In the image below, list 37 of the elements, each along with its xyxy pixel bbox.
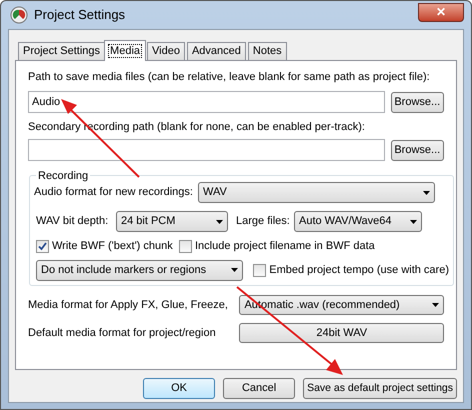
checkbox-label: Embed project tempo (use with care)	[269, 262, 449, 278]
checkbox[interactable]	[179, 240, 192, 253]
dropdown[interactable]: Auto WAV/Wave64	[294, 211, 422, 232]
dialog-button[interactable]: Save as default project settings	[303, 378, 457, 399]
dialog-button[interactable]: OK	[143, 378, 216, 399]
dropdown-arrow-icon	[216, 220, 223, 224]
window-title: Project Settings	[34, 6, 126, 24]
tab[interactable]: Notes	[248, 42, 287, 60]
group-title: Recording	[36, 168, 90, 184]
checkbox[interactable]	[36, 240, 49, 253]
dropdown-arrow-icon	[231, 268, 238, 272]
field-label: Audio format for new recordings:	[34, 185, 193, 200]
checkbox-label: Include project filename in BWF data	[195, 239, 375, 254]
tab[interactable]: Media	[104, 40, 146, 61]
tab[interactable]: Advanced	[186, 42, 246, 60]
dropdown[interactable]: 24 bit PCM	[116, 211, 228, 232]
dropdown-arrow-icon	[432, 303, 439, 307]
browse-button[interactable]: Browse...	[390, 92, 444, 112]
app-logo-icon	[10, 6, 28, 24]
dropdown-arrow-icon	[423, 190, 430, 194]
dropdown-arrow-icon	[410, 220, 417, 224]
browse-button[interactable]: Browse...	[390, 140, 444, 160]
format-button[interactable]: 24bit WAV	[239, 323, 444, 343]
input-field[interactable]	[28, 139, 385, 161]
dropdown[interactable]: Do not include markers or regions	[36, 260, 244, 280]
checkbox[interactable]	[253, 264, 266, 276]
dropdown[interactable]: WAV	[198, 182, 435, 203]
field-label: Default media format for project/region	[28, 326, 217, 341]
input-field[interactable]: Audio	[28, 91, 385, 113]
tab[interactable]: Video	[147, 42, 185, 60]
field-label: Media format for Apply FX, Glue, Freeze,	[28, 298, 229, 313]
field-label: Path to save media files (can be relative, leave blank for same path as project file):	[28, 70, 431, 85]
field-label: WAV bit depth:	[36, 214, 110, 230]
dialog-button[interactable]: Cancel	[223, 378, 296, 399]
checkbox-label: Write BWF ('bext') chunk	[52, 239, 173, 254]
field-label: Large files:	[236, 214, 291, 230]
tab[interactable]: Project Settings	[18, 42, 106, 60]
